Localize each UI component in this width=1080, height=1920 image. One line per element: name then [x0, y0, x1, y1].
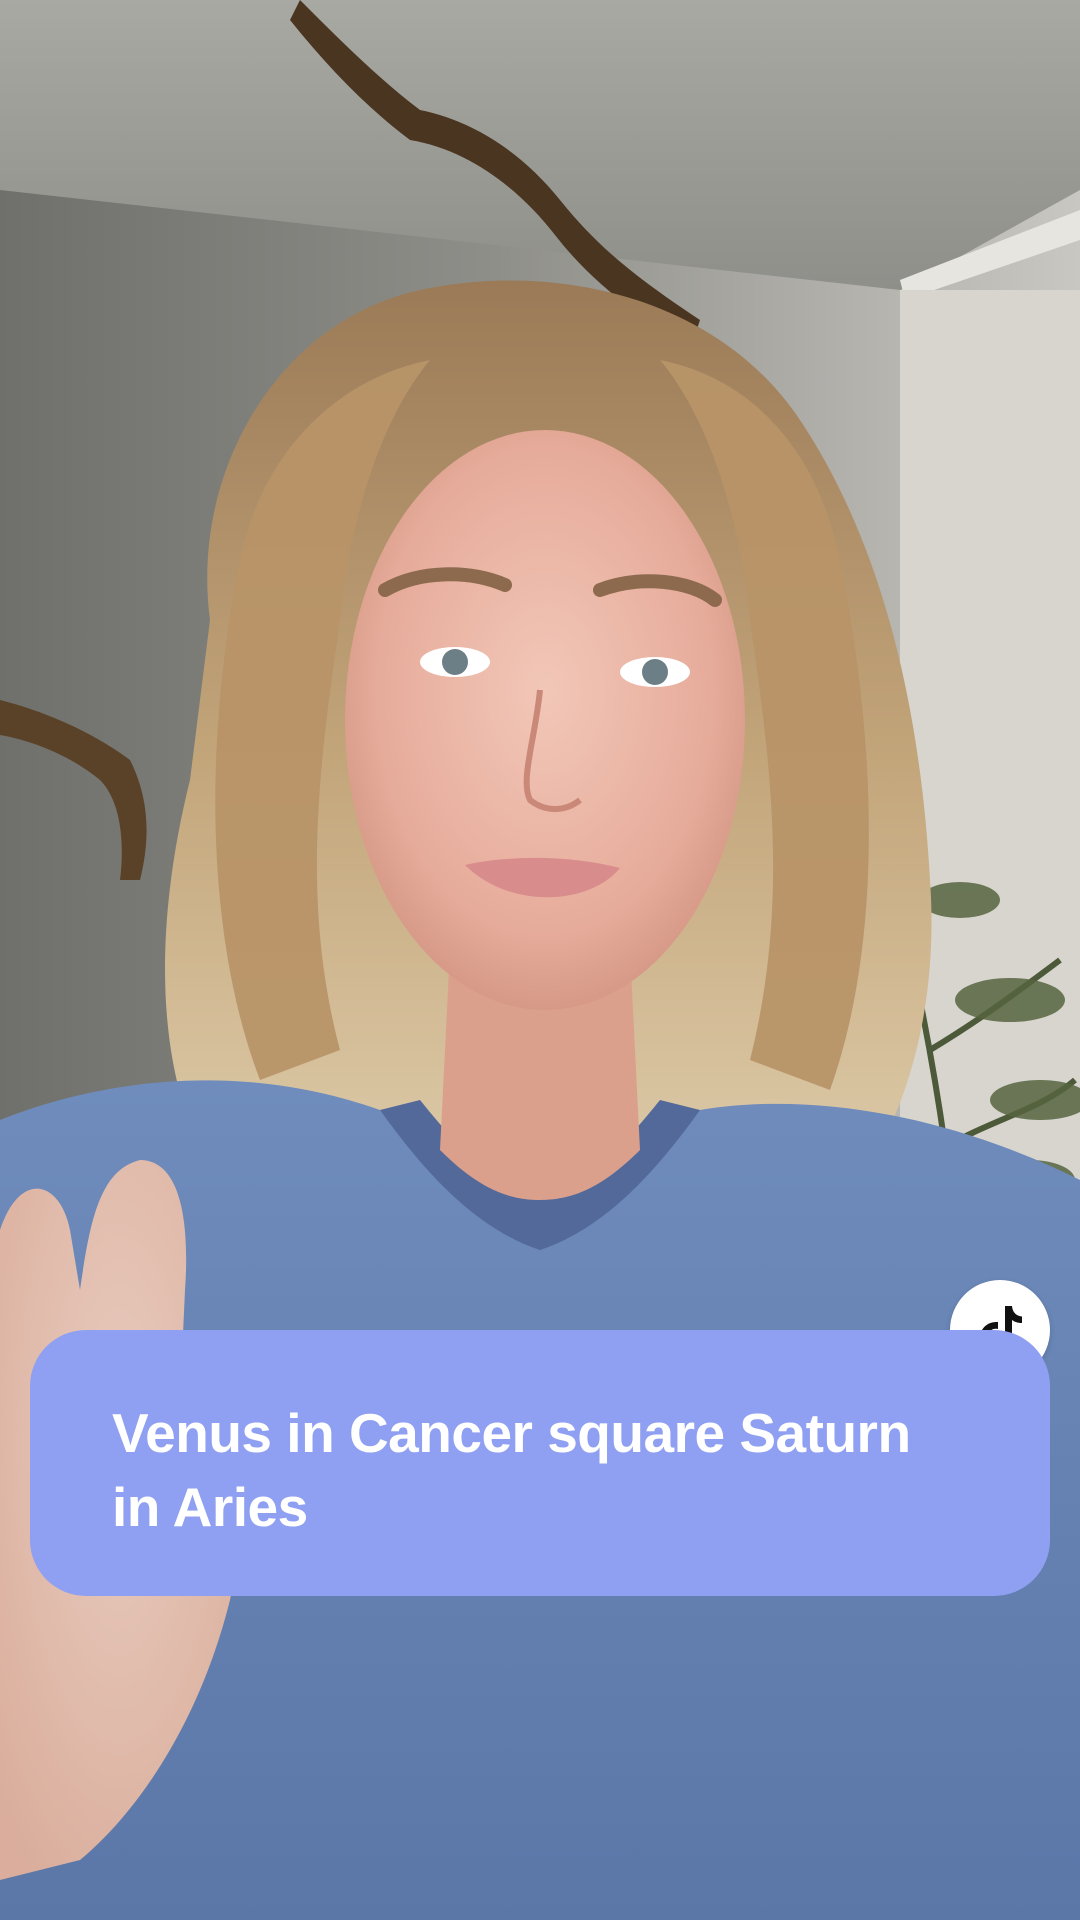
- video-still: [0, 0, 1080, 1920]
- caption-card: Venus in Cancer square Saturn in Aries: [30, 1330, 1050, 1596]
- caption-text: Venus in Cancer square Saturn in Aries: [112, 1402, 911, 1538]
- video-frame[interactable]: Venus in Cancer square Saturn in Aries: [0, 0, 1080, 1920]
